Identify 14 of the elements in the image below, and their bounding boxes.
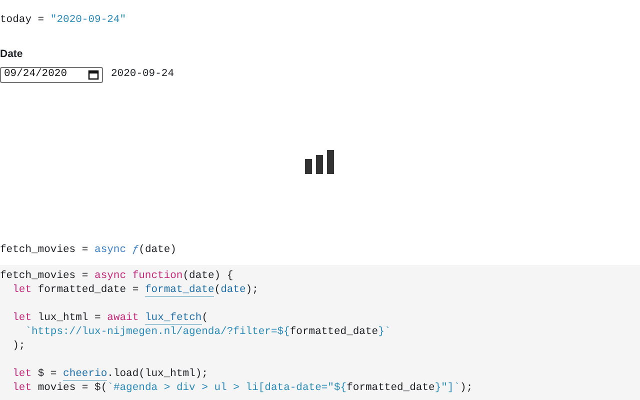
- date-output: 2020-09-24: [111, 66, 174, 82]
- code-line: let $ = cheerio.load(lux_html);: [12, 366, 209, 381]
- code-line: `https://lux-nijmegen.nl/agenda/?filter=${formatted_date}`: [24, 324, 392, 339]
- loading-bars-icon: [305, 150, 335, 176]
- code-line: let formatted_date = format_date(date);: [12, 282, 260, 297]
- code-line: let movies = $(`#agenda > div > ul > li[data-date="${formatted_date}"]`);: [12, 380, 474, 395]
- today-cell-text: today = "2020-09-24": [0, 13, 128, 27]
- fetch-movies-cell-text: fetch_movies = async ƒ(date): [0, 242, 178, 257]
- calendar-icon[interactable]: [88, 69, 99, 80]
- date-label: Date: [0, 47, 24, 62]
- code-line: );: [12, 338, 26, 353]
- date-field[interactable]: 09/24/2020: [0, 66, 103, 83]
- code-line: let lux_html = await lux_fetch(: [12, 310, 209, 325]
- code-line: fetch_movies = async function(date) {: [0, 268, 234, 283]
